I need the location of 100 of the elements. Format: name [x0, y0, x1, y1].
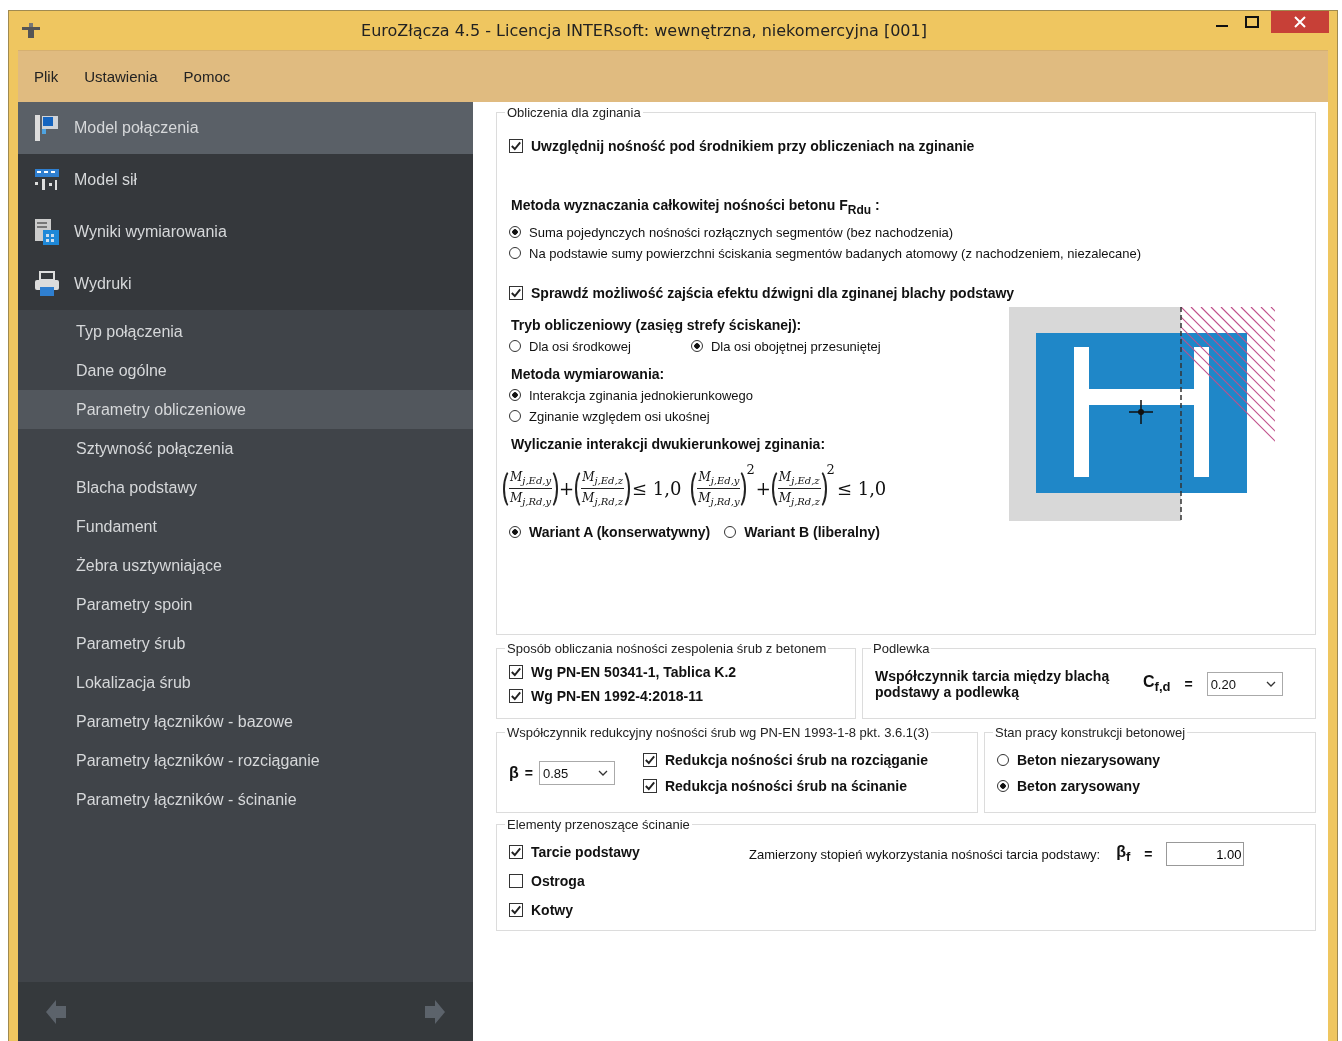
checkbox[interactable]	[509, 689, 523, 703]
radio-label[interactable]: Dla osi obojętnej przesuniętej	[710, 338, 881, 354]
checkbox-label[interactable]: Uwzględnij nośność pod środnikiem przy obliczeniach na zginanie	[531, 138, 975, 154]
sidebar-item[interactable]: Parametry spoin	[18, 585, 473, 624]
checkbox[interactable]	[509, 874, 523, 888]
section-heading: Tryb obliczeniowy (zasięg strefy ściskanej):	[511, 316, 803, 333]
input-field[interactable]: 1.00	[1166, 842, 1245, 866]
sidebar-item[interactable]: Typ połączenia	[18, 312, 473, 351]
radio-button[interactable]	[997, 780, 1009, 792]
sidebar-item[interactable]: Model połączenia	[18, 102, 473, 154]
group-title: Obliczenia dla zginania	[506, 105, 642, 120]
flag-icon	[34, 114, 60, 142]
checkbox[interactable]	[509, 845, 523, 859]
group-title: Podlewka	[872, 641, 931, 656]
checkbox[interactable]	[642, 779, 657, 793]
caret-icon	[1265, 681, 1276, 687]
checkbox-label[interactable]: Tarcie podstawy	[531, 844, 640, 860]
checkbox-label[interactable]: Sprawdź możliwość zajścia efektu dźwigni dla zginanej blachy podstawy	[531, 284, 1015, 301]
radio-label[interactable]: Wariant B (liberalny)	[744, 523, 880, 540]
group-title: Sposób obliczania nośności zespolenia śrub z betonem	[506, 641, 828, 656]
fraction: M$_{j,Ed,z}$ M$_{j,Rd,z}$	[771, 467, 827, 510]
section-heading: Wyliczanie interakcji dwukierunkowej zginania:	[511, 435, 827, 452]
section-heading: Metoda wymiarowania:	[511, 365, 666, 382]
sidebar-item[interactable]: Parametry łączników - rozciąganie	[18, 741, 473, 780]
inequality: ≤ 1,0	[631, 478, 682, 500]
equals-sign: =	[1184, 676, 1193, 692]
sidebar-item[interactable]: Parametry łączników - bazowe	[18, 702, 473, 741]
exponent: 2	[826, 461, 835, 477]
checkbox-label[interactable]: Redukcja nośności śrub na rozciąganie	[664, 752, 928, 768]
field-label: Współczynnik tarcia między blachą podstawy a podlewką	[875, 668, 1111, 700]
radio-button[interactable]	[690, 340, 703, 353]
sidebar-item[interactable]: Lokalizacja śrub	[18, 663, 473, 702]
group-title: Elementy przenoszące ścinanie	[506, 817, 691, 832]
sidebar-item[interactable]: Parametry śrub	[18, 624, 473, 663]
checkbox[interactable]	[509, 139, 523, 153]
close-icon	[1294, 16, 1306, 28]
checkbox[interactable]	[642, 753, 657, 767]
checkbox-label[interactable]: Redukcja nośności śrub na ścinanie	[664, 778, 907, 794]
section-heading: Metoda wyznaczania całkowitej nośności betonu F$_{Rdu}$ :	[511, 197, 881, 217]
dropdown[interactable]: 0.20	[1206, 672, 1283, 696]
radio-label[interactable]: Interakcja zginania jednokierunkowego	[529, 387, 754, 403]
radio-label[interactable]: Suma pojedynczych nośności rozłącznych segmentów (bez nachodzenia)	[529, 224, 954, 240]
radio-label[interactable]: Beton niezarysowany	[1017, 752, 1161, 768]
radio-label[interactable]: Dla osi środkowej	[529, 338, 631, 354]
group-title: Stan pracy konstrukcji betonowej	[994, 725, 1187, 740]
calculator-icon	[34, 218, 60, 246]
radio-button[interactable]	[509, 226, 521, 239]
checkbox-label[interactable]: Wg PN-EN 1992-4:2018-11	[531, 688, 703, 704]
close-button[interactable]	[1271, 11, 1329, 33]
symbol-label: β	[509, 764, 519, 782]
radio-button[interactable]	[509, 525, 521, 538]
menu-item[interactable]: Plik	[34, 68, 59, 85]
sidebar-item[interactable]: Wyniki wymiarowania	[18, 206, 473, 258]
minimize-icon	[1216, 25, 1228, 27]
app-icon	[21, 22, 41, 39]
menu-item[interactable]: Ustawienia	[84, 68, 158, 85]
sidebar-item[interactable]: Wydruki	[18, 258, 473, 310]
menu-item[interactable]: Pomoc	[183, 68, 231, 85]
radio-button[interactable]	[509, 389, 521, 402]
radio-label[interactable]: Beton zarysowany	[1017, 778, 1140, 794]
sidebar-item[interactable]: Dane ogólne	[18, 351, 473, 390]
plus-sign: +	[755, 478, 771, 500]
sidebar-item[interactable]: Parametry łączników - ścinanie	[18, 780, 473, 819]
field-label: Zamierzony stopień wykorzystania nośności tarcia podstawy:	[749, 846, 1101, 862]
checkbox[interactable]	[509, 665, 523, 679]
symbol-label: C$_{f,d}$	[1143, 673, 1171, 695]
sidebar-item[interactable]: Parametry obliczeniowe	[18, 390, 473, 429]
fraction: M$_{j,Ed,z}$ M$_{j,Rd,z}$	[575, 467, 630, 510]
dropdown[interactable]: 0.85	[538, 761, 615, 785]
exponent: 2	[746, 461, 755, 477]
window-title: EuroZłącza 4.5 - Licencja INTERsoft: wewnętrzna, niekomercyjna [001]	[360, 21, 927, 40]
equals-sign: =	[1144, 846, 1153, 862]
checkbox[interactable]	[509, 903, 523, 917]
radio-button[interactable]	[509, 410, 521, 423]
radio-button[interactable]	[509, 247, 521, 260]
sidebar-item[interactable]: Żebra usztywniające	[18, 546, 473, 585]
fraction: M$_{j,Ed,y}$ M$_{j,Rd,y}$	[503, 467, 559, 510]
radio-button[interactable]	[724, 525, 737, 538]
radio-label[interactable]: Wariant A (konserwatywny)	[529, 523, 711, 540]
sidebar-item[interactable]: Sztywność połączenia	[18, 429, 473, 468]
checkbox-label[interactable]: Kotwy	[531, 902, 573, 918]
radio-button[interactable]	[997, 754, 1009, 766]
checkbox-label[interactable]: Wg PN-EN 50341-1, Tablica K.2	[531, 664, 737, 680]
diagram-icon	[34, 168, 60, 192]
maximize-icon	[1245, 16, 1259, 28]
inequality: ≤ 1,0	[836, 478, 887, 500]
radio-label[interactable]: Na podstawie sumy powierzchni ściskania segmentów badanych atomowy (z nachodzeniem, niezalecane)	[529, 245, 1142, 261]
checkbox-label[interactable]: Ostroga	[531, 873, 585, 889]
radio-label[interactable]: Zginanie względem osi ukośnej	[529, 408, 710, 424]
sidebar-item[interactable]: Model sił	[18, 154, 473, 206]
checkbox[interactable]	[509, 285, 523, 300]
sidebar-item[interactable]: Fundament	[18, 507, 473, 546]
printer-icon	[34, 271, 60, 297]
fraction: M$_{j,Ed,y}$ M$_{j,Rd,y}$	[691, 467, 747, 510]
plus-sign: +	[559, 478, 575, 500]
sidebar-item[interactable]: Blacha podstawy	[18, 468, 473, 507]
caret-icon	[597, 770, 608, 776]
group-title: Współczynnik redukcyjny nośności śrub wg PN-EN 1993-1-8 pkt. 3.6.1(3)	[506, 725, 930, 740]
symbol-label: β$_{f}$	[1116, 843, 1131, 865]
radio-button[interactable]	[509, 340, 521, 353]
